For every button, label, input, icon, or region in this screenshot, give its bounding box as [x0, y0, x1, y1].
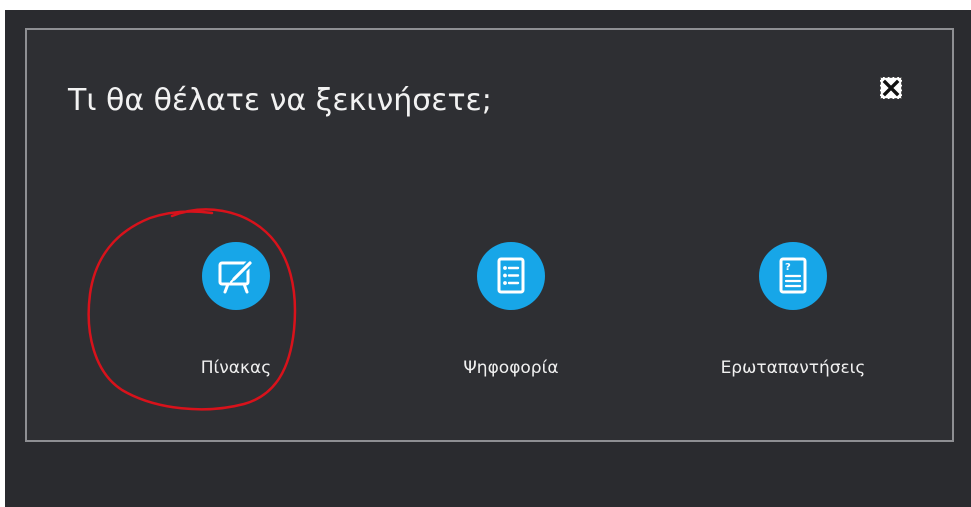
option-qa-label: Ερωταπαντήσεις: [720, 358, 866, 378]
qa-icon-circle: ?: [759, 242, 827, 310]
poll-list-icon: [497, 257, 525, 294]
dialog-title: Τι θα θέλατε να ξεκινήσετε;: [68, 83, 492, 118]
option-qa[interactable]: ? Ερωταπαντήσεις: [693, 242, 893, 382]
option-whiteboard-label: Πίνακας: [200, 358, 272, 378]
start-dialog: Τι θα θέλατε να ξεκινήσετε; Πίνακας Ψηφο…: [25, 28, 954, 442]
qa-document-icon: ?: [779, 257, 807, 294]
option-poll[interactable]: Ψηφοφορία: [411, 242, 611, 382]
option-poll-label: Ψηφοφορία: [463, 358, 559, 378]
option-whiteboard[interactable]: Πίνακας: [136, 242, 336, 382]
poll-icon-circle: [477, 242, 545, 310]
whiteboard-icon-circle: [202, 242, 270, 310]
whiteboard-icon: [218, 259, 254, 294]
close-icon: [882, 79, 900, 97]
svg-text:?: ?: [785, 262, 791, 273]
close-button[interactable]: [880, 77, 902, 99]
